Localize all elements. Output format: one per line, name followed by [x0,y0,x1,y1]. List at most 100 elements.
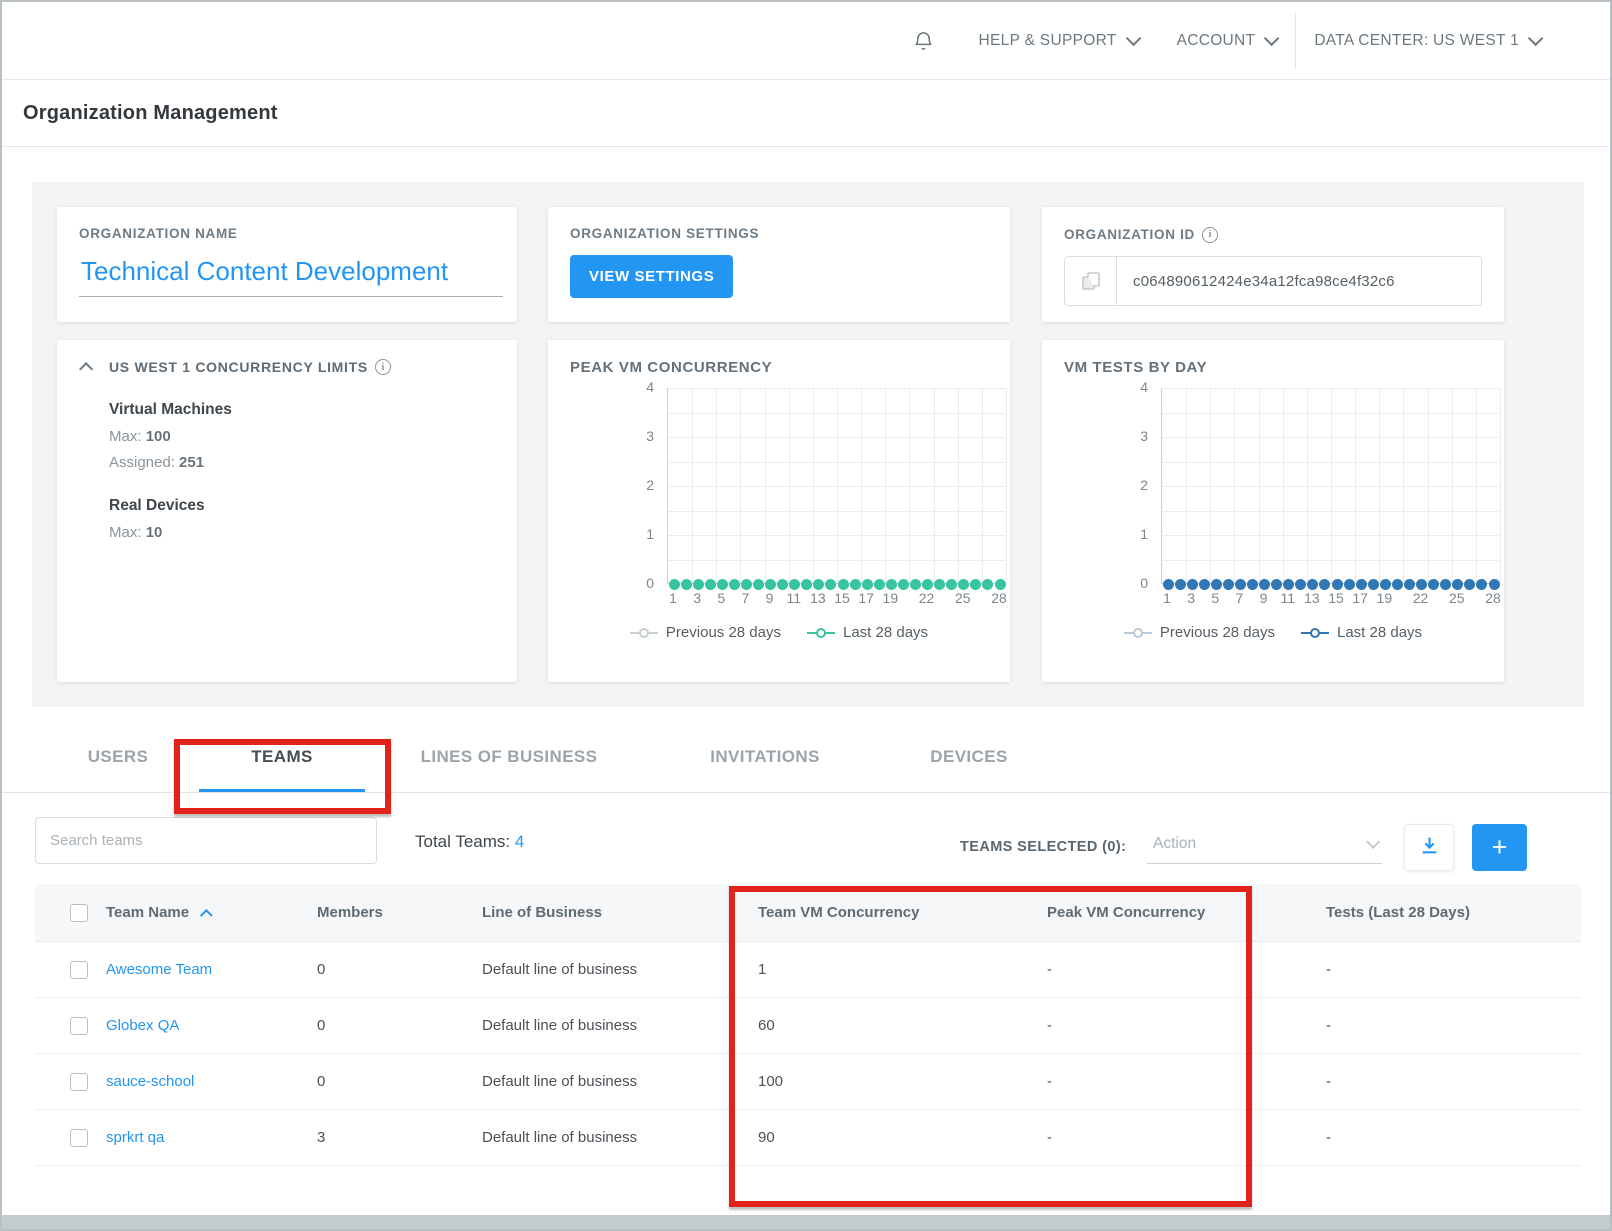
action-placeholder: Action [1153,835,1196,853]
legend-item: Previous 28 days [1124,624,1275,641]
copy-icon[interactable] [1065,257,1117,305]
data-point [1452,579,1463,590]
chart-title: VM TESTS BY DAY [1064,359,1482,376]
notifications-bell-icon[interactable] [912,28,935,54]
data-point [669,579,680,590]
data-point [1392,579,1403,590]
rd-max-label: Max: [109,524,142,541]
x-tick-label: 11 [786,590,801,606]
row-checkbox[interactable] [70,1017,88,1035]
help-support-menu[interactable]: HELP & SUPPORT [979,32,1137,50]
legend-marker-icon [1301,628,1329,638]
x-tick-label: 7 [1236,590,1244,606]
data-point [1344,579,1355,590]
data-point [995,579,1006,590]
legend-item: Previous 28 days [630,624,781,641]
gridline [1476,388,1477,583]
data-point [729,579,740,590]
data-point [813,579,824,590]
data-point [1476,579,1487,590]
column-header-team-name[interactable]: Team Name [106,904,317,921]
cell-lob: Default line of business [482,961,758,978]
select-all-checkbox[interactable] [70,904,88,922]
info-icon[interactable]: i [375,359,391,375]
tab-invitations[interactable]: INVITATIONS [710,722,820,792]
y-tick-label: 0 [1140,575,1148,591]
search-input[interactable] [35,817,377,864]
team-name-link[interactable]: sprkrt qa [106,1129,164,1146]
cell-tests: - [1326,1017,1581,1034]
peak-vm-concurrency-chart: 01234135791113151719222528Previous 28 da… [570,388,988,658]
y-tick-label: 3 [646,428,654,444]
chevron-down-icon [1366,834,1380,848]
column-header-line-of-business[interactable]: Line of Business [482,904,758,921]
view-settings-button[interactable]: VIEW SETTINGS [570,255,733,298]
tab-devices[interactable]: DEVICES [930,722,1007,792]
data-point [946,579,957,590]
x-tick-label: 17 [1352,590,1368,606]
cell-value: 0 [317,961,325,978]
x-axis-labels: 135791113151719222528 [667,590,1005,608]
teams-selected-label: TEAMS SELECTED (0): [960,839,1126,855]
rd-title: Real Devices [109,497,495,515]
data-point [910,579,921,590]
x-tick-label: 3 [693,590,701,606]
vm-tests-by-day-chart: 01234135791113151719222528Previous 28 da… [1064,388,1482,658]
rd-max-value: 10 [146,524,163,541]
y-tick-label: 0 [646,575,654,591]
data-point [1283,579,1294,590]
info-icon[interactable]: i [1202,227,1218,243]
action-dropdown[interactable]: Action [1147,824,1382,864]
row-checkbox[interactable] [70,961,88,979]
sort-ascending-icon[interactable] [200,909,213,922]
data-point [1332,579,1343,590]
data-point [862,579,873,590]
tab-lines-of-business[interactable]: LINES OF BUSINESS [421,722,598,792]
cell-value: - [1326,961,1331,978]
data-point [1440,579,1451,590]
gridline [1259,388,1260,583]
org-id-card: ORGANIZATION IDi c064890612424e34a12fca9… [1042,207,1504,322]
add-team-button[interactable]: + [1472,824,1527,871]
team-name-link[interactable]: Globex QA [106,1017,179,1034]
column-header-tests[interactable]: Tests (Last 28 Days) [1326,904,1581,921]
gridline [1403,388,1404,583]
data-point [922,579,933,590]
column-header-members[interactable]: Members [317,904,482,921]
data-point [1187,579,1198,590]
datacenter-menu[interactable]: DATA CENTER: US WEST 1 [1314,32,1539,50]
total-teams-value: 4 [515,832,524,851]
x-tick-label: 17 [858,590,874,606]
data-point [970,579,981,590]
row-checkbox[interactable] [70,1129,88,1147]
x-tick-label: 28 [991,590,1007,606]
vm-max-label: Max: [109,428,142,445]
horizontal-scrollbar[interactable] [2,1215,1610,1229]
cell-lob: Default line of business [482,1129,758,1146]
account-menu[interactable]: ACCOUNT [1177,32,1276,50]
team-name-link[interactable]: sauce-school [106,1073,194,1090]
cell-name: sauce-school [106,1073,317,1090]
data-point [1319,579,1330,590]
data-point [898,579,909,590]
org-name-value[interactable]: Technical Content Development [79,241,503,297]
chevron-down-icon [1264,31,1280,47]
data-point [1199,579,1210,590]
total-teams-label: Total Teams: [415,832,510,851]
team-name-link[interactable]: Awesome Team [106,961,212,978]
data-point [1356,579,1367,590]
y-tick-label: 4 [646,379,654,395]
data-point [777,579,788,590]
download-button[interactable] [1404,824,1454,871]
header-checkbox-cell [35,904,106,922]
plus-icon: + [1492,832,1508,863]
gridline [1500,388,1501,583]
legend-marker-icon [630,628,658,638]
data-point [693,579,704,590]
row-checkbox[interactable] [70,1073,88,1091]
collapse-chevron-up-icon[interactable] [79,362,93,376]
gridline [1210,388,1211,583]
org-id-value[interactable]: c064890612424e34a12fca98ce4f32c6 [1117,257,1481,305]
gridline [1006,388,1007,583]
tab-users[interactable]: USERS [88,722,149,792]
